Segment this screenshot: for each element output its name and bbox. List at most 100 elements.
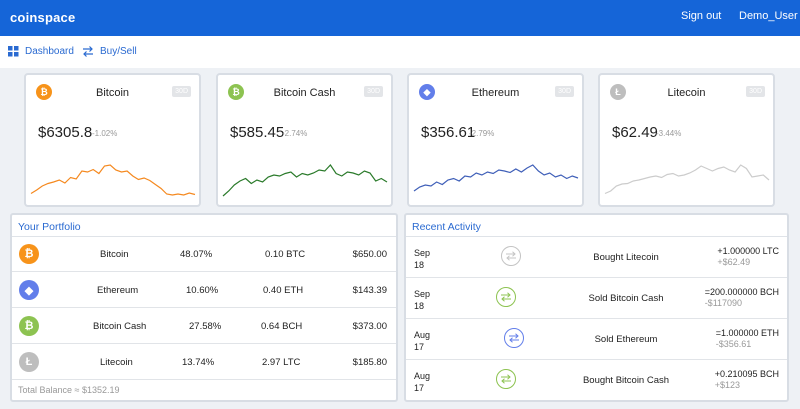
crypto-amount: +0.210095 BCH xyxy=(714,369,779,379)
activity-date: Aug 17 xyxy=(414,329,430,353)
coin-price: $585.45 xyxy=(230,124,285,141)
dashboard-grid-icon xyxy=(8,46,19,57)
activity-description: Bought Bitcoin Cash xyxy=(582,375,670,386)
sparkline-path xyxy=(604,164,770,195)
sparkline-path xyxy=(222,164,388,197)
coin-card-bitcoin[interactable]: ₿ Bitcoin 30D $6305.8 -1.02% xyxy=(24,73,201,207)
activity-row[interactable]: Sep 18 Bought Litecoin +1.000000 LTC +$6… xyxy=(406,237,787,278)
fiat-amount: +$62.49 xyxy=(717,257,751,267)
portfolio-row[interactable]: ₿ Bitcoin Cash 27.58% 0.64 BCH $373.00 xyxy=(12,309,396,344)
swap-arrows-icon xyxy=(83,46,93,57)
asset-amount: 0.10 BTC xyxy=(265,249,306,260)
asset-amount: 0.40 ETH xyxy=(263,285,304,296)
activity-date: Aug 17 xyxy=(414,370,430,394)
coin-change: -2.74% xyxy=(282,129,308,138)
portfolio-row[interactable]: ◆ Ethereum 10.60% 0.40 ETH $143.39 xyxy=(12,273,396,308)
asset-percent: 27.58% xyxy=(189,321,222,332)
period-badge[interactable]: 30D xyxy=(364,86,383,97)
fiat-amount: -$356.61 xyxy=(715,339,752,349)
crypto-amount: +1.000000 LTC xyxy=(717,246,779,256)
activity-day: 17 xyxy=(414,342,425,352)
sign-out-link[interactable]: Sign out xyxy=(681,10,721,22)
asset-percent: 48.07% xyxy=(180,249,213,260)
activity-date: Sep 18 xyxy=(414,247,430,271)
portfolio-row[interactable]: Ł Litecoin 13.74% 2.97 LTC $185.80 xyxy=(12,345,396,380)
period-badge[interactable]: 30D xyxy=(746,86,765,97)
activity-date: Sep 18 xyxy=(414,288,430,312)
activity-description: Sold Ethereum xyxy=(594,334,658,345)
asset-value: $185.80 xyxy=(352,357,387,368)
portfolio-panel: Your Portfolio ₿ Bitcoin 48.07% 0.10 BTC… xyxy=(10,213,398,402)
coin-change: -2.79% xyxy=(469,129,495,138)
sub-navigation: Dashboard Buy/Sell xyxy=(0,36,800,68)
crypto-amount: =200.000000 BCH xyxy=(704,287,779,297)
activity-day: 18 xyxy=(414,301,425,311)
period-badge[interactable]: 30D xyxy=(172,86,191,97)
bitcoin-cash-icon: ₿ xyxy=(19,316,39,336)
coin-change: -1.02% xyxy=(92,129,118,138)
asset-value: $650.00 xyxy=(352,249,387,260)
brand-logo[interactable]: coinspace xyxy=(10,10,75,25)
coin-card-bitcoin-cash[interactable]: ₿ Bitcoin Cash 30D $585.45 -2.74% xyxy=(216,73,393,207)
asset-value: $373.00 xyxy=(352,321,387,332)
activity-month: Aug xyxy=(414,330,431,340)
price-sparkline xyxy=(413,164,579,192)
activity-description: Bought Litecoin xyxy=(593,252,659,263)
asset-percent: 10.60% xyxy=(186,285,219,296)
nav-buy-sell-label: Buy/Sell xyxy=(100,46,137,57)
asset-name: Litecoin xyxy=(100,357,133,368)
bitcoin-icon: ₿ xyxy=(19,244,39,264)
activity-description: Sold Bitcoin Cash xyxy=(588,293,664,304)
activity-row[interactable]: Aug 17 Sold Ethereum =1.000000 ETH -$356… xyxy=(406,319,787,360)
asset-amount: 0.64 BCH xyxy=(261,321,303,332)
fiat-amount: -$117090 xyxy=(704,298,743,308)
crypto-amount: =1.000000 ETH xyxy=(715,328,779,338)
sparkline-path xyxy=(30,164,196,196)
activity-amount: +0.210095 BCH +$123 xyxy=(715,369,779,391)
coin-price: $6305.8 xyxy=(38,124,93,141)
asset-value: $143.39 xyxy=(352,285,387,296)
total-balance: Total Balance ≈ $1352.19 xyxy=(18,385,120,395)
activity-row[interactable]: Sep 18 Sold Bitcoin Cash =200.000000 BCH… xyxy=(406,278,787,319)
asset-name: Ethereum xyxy=(97,285,139,296)
period-badge[interactable]: 30D xyxy=(555,86,574,97)
swap-icon xyxy=(504,328,524,348)
nav-buy-sell[interactable]: Buy/Sell xyxy=(82,46,137,57)
asset-name: Bitcoin Cash xyxy=(93,321,147,332)
coin-price: $62.49 xyxy=(612,124,658,141)
asset-amount: 2.97 LTC xyxy=(262,357,301,368)
activity-day: 18 xyxy=(414,260,425,270)
activity-month: Sep xyxy=(414,289,431,299)
price-sparkline xyxy=(30,164,196,196)
fiat-amount: +$123 xyxy=(714,380,740,390)
top-bar: coinspace Sign out Demo_User xyxy=(0,0,800,36)
coin-price: $356.61 xyxy=(421,124,476,141)
swap-icon xyxy=(496,287,516,307)
asset-percent: 13.74% xyxy=(182,357,215,368)
nav-dashboard-label: Dashboard xyxy=(25,46,74,57)
swap-icon xyxy=(501,246,521,266)
activity-month: Aug xyxy=(414,371,431,381)
nav-dashboard[interactable]: Dashboard xyxy=(8,46,74,57)
activity-title: Recent Activity xyxy=(412,221,481,233)
portfolio-row[interactable]: ₿ Bitcoin 48.07% 0.10 BTC $650.00 xyxy=(12,237,396,272)
activity-day: 17 xyxy=(414,383,425,393)
activity-amount: =200.000000 BCH -$117090 xyxy=(705,287,779,309)
ethereum-icon: ◆ xyxy=(19,280,39,300)
activity-row[interactable]: Aug 17 Bought Bitcoin Cash +0.210095 BCH… xyxy=(406,360,787,400)
price-sparkline xyxy=(222,164,388,197)
litecoin-icon: Ł xyxy=(19,352,39,372)
coin-card-ethereum[interactable]: ◆ Ethereum 30D $356.61 -2.79% xyxy=(407,73,584,207)
coin-change: -3.44% xyxy=(656,129,682,138)
activity-panel: Recent Activity Sep 18 Bought Litecoin +… xyxy=(404,213,789,402)
activity-amount: =1.000000 ETH -$356.61 xyxy=(716,328,779,350)
user-menu[interactable]: Demo_User xyxy=(739,10,798,22)
activity-amount: +1.000000 LTC +$62.49 xyxy=(717,246,779,268)
price-sparkline xyxy=(604,164,770,195)
swap-icon xyxy=(496,369,516,389)
coin-card-litecoin[interactable]: Ł Litecoin 30D $62.49 -3.44% xyxy=(598,73,775,207)
activity-month: Sep xyxy=(414,248,431,258)
asset-name: Bitcoin xyxy=(100,249,129,260)
sparkline-path xyxy=(413,164,579,192)
portfolio-title: Your Portfolio xyxy=(18,221,81,233)
